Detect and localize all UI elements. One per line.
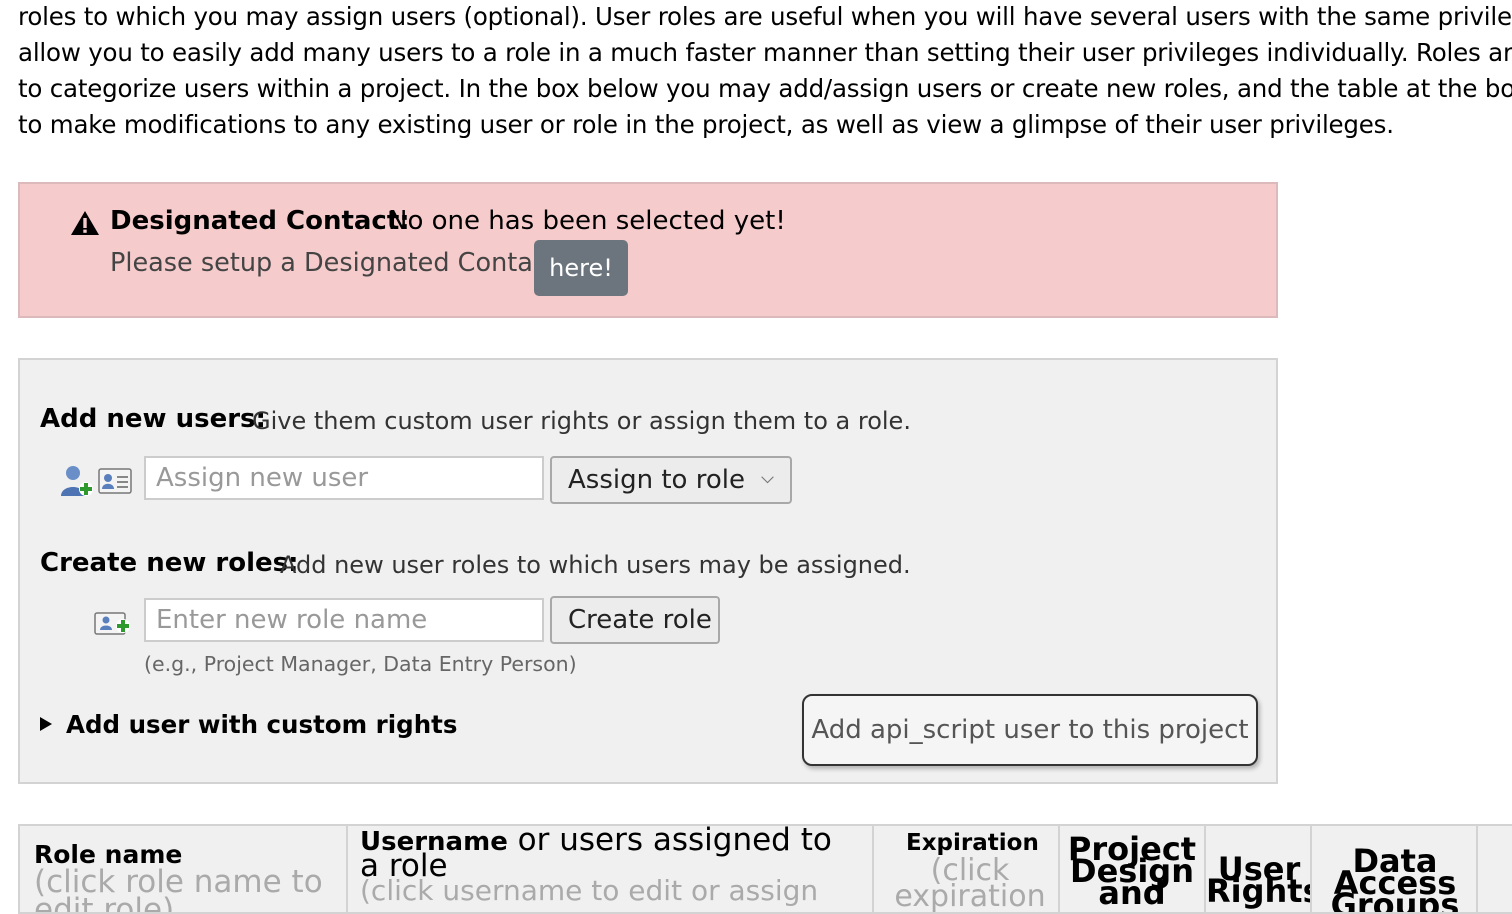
add-users-description: Give them custom user rights or assign t… <box>252 407 911 435</box>
user-rights-table-header: Role name (click role name to edit role)… <box>18 824 1512 914</box>
expiration-column-subtitle: (click expiration <box>894 853 1046 914</box>
designated-contact-alert: Designated Contact: No one has been sele… <box>18 182 1278 318</box>
add-custom-rights-toggle[interactable]: Add user with custom rights <box>40 710 457 739</box>
setup-designated-contact-button[interactable]: here! <box>534 240 628 296</box>
add-role-icon <box>94 612 130 635</box>
intro-line: allow you to easily add many users to a … <box>18 38 1512 67</box>
add-users-panel: Add new users: Give them custom user rig… <box>18 358 1278 784</box>
chevron-down-icon <box>761 476 774 484</box>
add-user-icon <box>61 466 93 496</box>
add-users-label: Add new users: <box>40 404 266 434</box>
column-header-more <box>1478 826 1512 912</box>
assign-to-role-label: Assign to role <box>568 465 745 495</box>
expand-triangle-icon <box>40 717 52 731</box>
create-role-button[interactable]: Create role <box>550 596 720 644</box>
dag-column-title: Data Access Groups <box>1330 842 1460 914</box>
intro-line: to categorize users within a project. In… <box>18 74 1512 103</box>
column-header-project-design[interactable]: Project Design and <box>1060 826 1206 912</box>
column-header-expiration[interactable]: Expiration (click expiration <box>874 826 1060 914</box>
create-roles-description: Add new user roles to which users may be… <box>280 551 911 579</box>
add-api-script-user-button[interactable]: Add api_script user to this project <box>802 694 1258 766</box>
assign-to-role-button[interactable]: Assign to role <box>550 456 792 504</box>
add-custom-rights-label: Add user with custom rights <box>66 710 458 739</box>
username-column-subtitle: (click username to edit or assign <box>360 874 819 907</box>
warning-icon <box>71 211 99 235</box>
new-role-name-input[interactable] <box>144 598 544 642</box>
designated-contact-message: No one has been selected yet! <box>388 206 786 236</box>
designated-contact-setup-text: Please setup a Designated Contact <box>110 248 557 278</box>
role-name-hint: (e.g., Project Manager, Data Entry Perso… <box>144 652 577 676</box>
user-card-icon[interactable] <box>98 468 132 494</box>
user-rights-column-title: User Rights <box>1206 850 1312 910</box>
intro-line: to make modifications to any existing us… <box>18 110 1394 139</box>
create-roles-label: Create new roles: <box>40 548 299 578</box>
assign-new-user-input[interactable] <box>144 456 544 500</box>
column-header-data-access-groups[interactable]: Data Access Groups <box>1312 826 1478 914</box>
column-header-username[interactable]: Username or users assigned to a role (cl… <box>348 826 874 912</box>
intro-line: roles to which you may assign users (opt… <box>18 2 1512 31</box>
role-column-subtitle: (click role name to edit role) <box>34 864 323 914</box>
intro-paragraph: roles to which you may assign users (opt… <box>18 0 1512 143</box>
column-header-user-rights[interactable]: User Rights <box>1206 826 1312 912</box>
designated-contact-title: Designated Contact: <box>110 206 410 236</box>
column-header-role[interactable]: Role name (click role name to edit role) <box>20 826 348 914</box>
project-design-column-title: Project Design and <box>1067 830 1197 912</box>
